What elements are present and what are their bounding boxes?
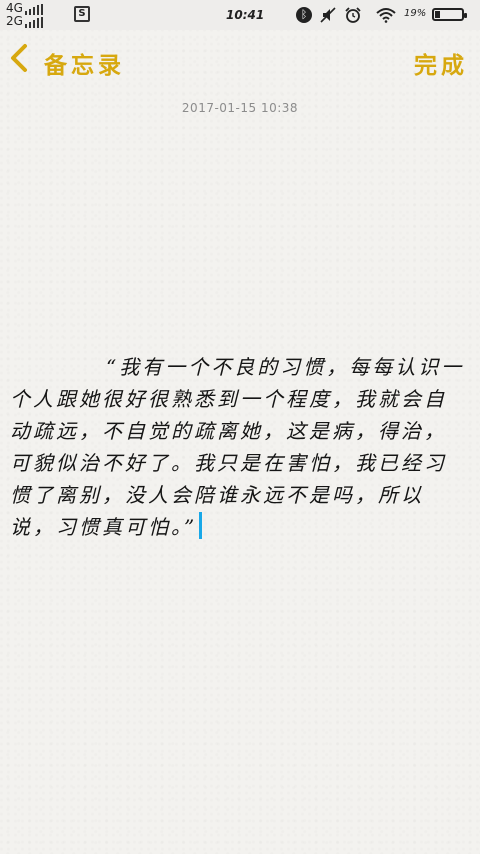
alarm-icon — [345, 7, 361, 23]
note-content: “我有一个不良的习惯，每每认识一个人跟她很好很熟悉到一个程度，我就会自动疏远，不… — [10, 355, 465, 539]
status-bar: 4G 2G S 10:41 ᛒ 19% — [0, 0, 480, 30]
signal-bars-icon — [24, 4, 43, 15]
screenshot-icon: S — [74, 6, 90, 22]
back-chevron-icon[interactable] — [6, 42, 32, 74]
battery-percent: 19% — [404, 8, 427, 19]
mute-icon — [320, 7, 336, 23]
battery-fill — [435, 11, 440, 18]
network-2g-label: 2G — [6, 14, 23, 28]
note-text-editor[interactable]: “我有一个不良的习惯，每每认识一个人跟她很好很熟悉到一个程度，我就会自动疏远，不… — [10, 351, 468, 543]
network-indicator: 4G 2G — [6, 2, 43, 28]
text-cursor — [199, 512, 203, 539]
note-timestamp: 2017-01-15 10:38 — [181, 101, 299, 115]
back-button-label[interactable]: 备忘录 — [44, 46, 125, 80]
done-button[interactable]: 完成 — [414, 46, 468, 80]
clock: 10:41 — [226, 8, 265, 22]
battery-icon — [432, 8, 467, 21]
signal-bars-icon — [24, 17, 43, 28]
wifi-icon — [376, 8, 396, 23]
bluetooth-icon: ᛒ — [296, 7, 312, 23]
